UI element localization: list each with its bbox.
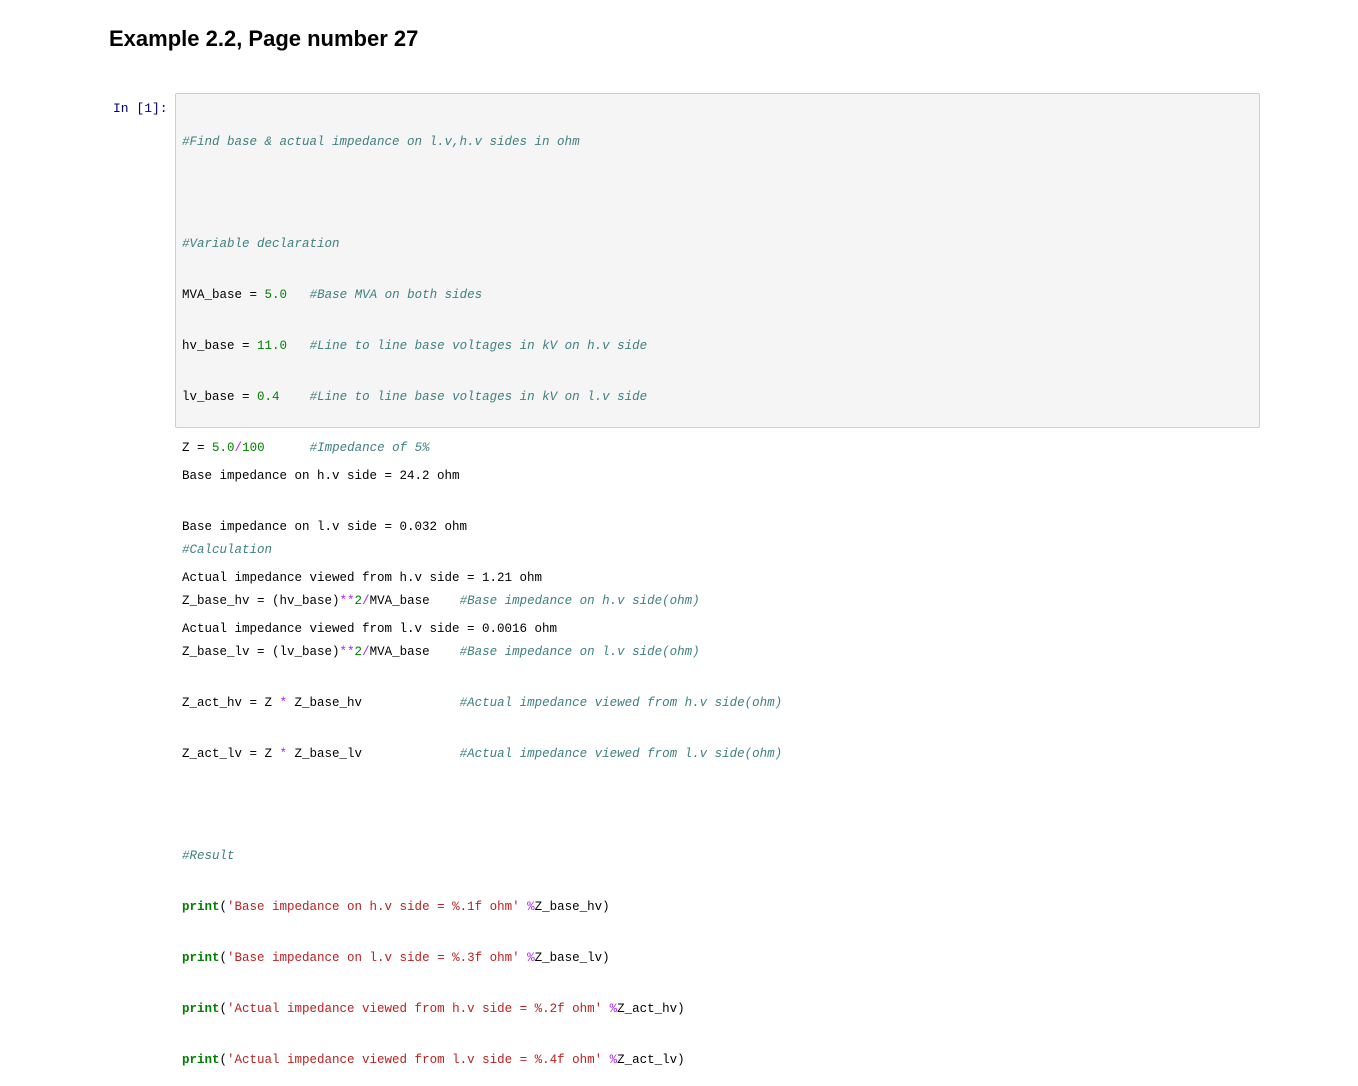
code-comment: #Result [182, 849, 235, 863]
code-line: Z_act_hv = Z * Z_base_hv #Actual impedan… [182, 695, 782, 712]
code-operator: = [242, 288, 265, 302]
page-title: Example 2.2, Page number 27 [109, 26, 419, 51]
cell-output: Base impedance on h.v side = 24.2 ohm Ba… [182, 434, 557, 655]
output-line: Base impedance on l.v side = 0.032 ohm [182, 520, 468, 534]
code-line: lv_base = 0.4 #Line to line base voltage… [182, 389, 782, 406]
code-string: 'Base impedance on h.v side = %.1f ohm' [227, 900, 520, 914]
code-expression: Z_act_lv = Z [182, 747, 280, 761]
code-spacing [602, 1053, 610, 1067]
code-comment: #Base MVA on both sides [309, 288, 483, 302]
code-spacing [362, 747, 460, 761]
code-line: print('Base impedance on l.v side = %.3f… [182, 950, 782, 967]
code-comment: #Variable declaration [182, 237, 340, 251]
code-variable: Z_act_lv) [617, 1053, 685, 1067]
code-spacing [520, 900, 528, 914]
code-spacing [280, 390, 310, 404]
code-number: 11.0 [257, 339, 288, 353]
code-paren: ( [219, 1053, 228, 1067]
code-line: #Variable declaration [182, 236, 782, 253]
output-line: Actual impedance viewed from l.v side = … [182, 622, 558, 636]
code-operator: = [234, 390, 258, 404]
code-comment: #Actual impedance viewed from l.v side(o… [459, 747, 783, 761]
code-number: 5.0 [264, 288, 288, 302]
code-variable: MVA_base [182, 288, 243, 302]
code-expression: Z_act_hv = Z [182, 696, 280, 710]
code-line: print('Base impedance on h.v side = %.1f… [182, 899, 782, 916]
code-operator: * [279, 747, 288, 761]
code-operator: % [609, 1053, 618, 1067]
code-spacing [602, 1002, 610, 1016]
code-keyword: print [182, 951, 220, 965]
code-paren: ( [219, 900, 228, 914]
code-keyword: print [182, 1053, 220, 1067]
code-line: print('Actual impedance viewed from l.v … [182, 1052, 782, 1069]
code-comment: #Find base & actual impedance on l.v,h.v… [182, 135, 580, 149]
code-string: 'Actual impedance viewed from h.v side =… [227, 1002, 603, 1016]
code-spacing [520, 951, 528, 965]
code-string: 'Actual impedance viewed from l.v side =… [227, 1053, 603, 1067]
code-operator: % [609, 1002, 618, 1016]
code-line: #Find base & actual impedance on l.v,h.v… [182, 134, 782, 151]
code-operator: % [527, 900, 535, 914]
code-variable: Z_base_hv) [534, 900, 610, 914]
code-spacing [287, 288, 310, 302]
code-variable: lv_base [182, 390, 235, 404]
code-variable: Z_base_hv [287, 696, 363, 710]
code-line: MVA_base = 5.0 #Base MVA on both sides [182, 287, 782, 304]
code-line: #Result [182, 848, 782, 865]
code-variable: Z_base_lv [287, 747, 363, 761]
output-line: Base impedance on h.v side = 24.2 ohm [182, 469, 460, 483]
code-variable: hv_base [182, 339, 235, 353]
code-operator: * [279, 696, 288, 710]
code-paren: ( [219, 1002, 228, 1016]
code-spacing [362, 696, 460, 710]
code-line: hv_base = 11.0 #Line to line base voltag… [182, 338, 782, 355]
code-line: print('Actual impedance viewed from h.v … [182, 1001, 782, 1018]
code-variable: Z_base_lv) [534, 951, 610, 965]
code-paren: ( [219, 951, 228, 965]
code-string: 'Base impedance on l.v side = %.3f ohm' [227, 951, 520, 965]
output-line: Actual impedance viewed from h.v side = … [182, 571, 543, 585]
code-line: Z_act_lv = Z * Z_base_lv #Actual impedan… [182, 746, 782, 763]
code-comment: #Line to line base voltages in kV on l.v… [309, 390, 648, 404]
code-operator: % [527, 951, 535, 965]
code-number: 0.4 [257, 390, 280, 404]
code-keyword: print [182, 900, 220, 914]
input-prompt: In [1]: [113, 101, 168, 116]
code-keyword: print [182, 1002, 220, 1016]
code-comment: #Line to line base voltages in kV on h.v… [309, 339, 648, 353]
code-spacing [287, 339, 310, 353]
code-variable: Z_act_hv) [617, 1002, 685, 1016]
code-comment: #Actual impedance viewed from h.v side(o… [459, 696, 783, 710]
code-operator: = [234, 339, 258, 353]
